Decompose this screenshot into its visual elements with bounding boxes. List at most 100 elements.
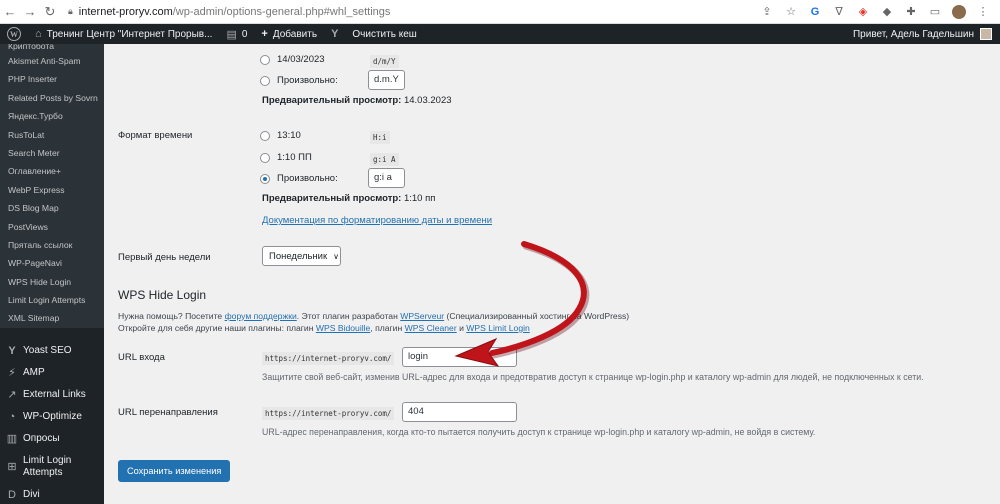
sidebar-subitem[interactable]: WebP Express	[0, 181, 104, 199]
sidebar-item-wp-optimize[interactable]: ◔ WP-Optimize	[0, 406, 104, 428]
site-name-menu[interactable]: ⌂ Тренинг Центр "Интернет Прорыв...	[28, 24, 219, 44]
radio-button[interactable]	[260, 152, 270, 163]
date-format-option-dmy[interactable]: 14/03/2023	[260, 54, 325, 65]
comments-menu[interactable]: ▤ 0	[219, 24, 254, 44]
week-start-select[interactable]: Понедельник ∨	[262, 246, 341, 266]
save-changes-button[interactable]: Сохранить изменения	[118, 460, 231, 482]
shield-icon[interactable]: ◈	[856, 5, 870, 19]
redirect-url-prefix: https://internet-proryv.com/	[262, 407, 395, 420]
redirect-url-description: URL-адрес перенаправления, когда кто-то …	[262, 427, 816, 437]
extension-icon[interactable]: ◆	[880, 5, 894, 19]
sidebar-subitem[interactable]: Akismet Anti-Spam	[0, 52, 104, 70]
puzzle-icon[interactable]: ✚	[904, 5, 918, 19]
sidebar-subitem[interactable]: DS Blog Map	[0, 199, 104, 217]
sidebar-subitem[interactable]: Search Meter	[0, 144, 104, 162]
home-icon: ⌂	[35, 28, 42, 40]
sidebar-subitem[interactable]: Яндекс.Турбо	[0, 107, 104, 125]
date-format-code: d/m/Y	[370, 55, 399, 68]
sidebar-item-limit-login[interactable]: ⊞ Limit Login Attempts	[0, 450, 104, 484]
sidebar-main-menu: Y Yoast SEO ⚡︎ AMP ↗ External Links ◔ WP-Opt…	[0, 327, 104, 504]
plus-icon: +	[261, 28, 268, 40]
clear-cache-label: Очистить кеш	[352, 28, 417, 40]
login-url-prefix: https://internet-proryv.com/	[262, 352, 395, 365]
time-format-code: H:i	[370, 131, 390, 144]
wp-logo-menu[interactable]: W	[0, 24, 28, 44]
sidebar-item-amp[interactable]: ⚡︎ AMP	[0, 362, 104, 384]
sidebar-subitem[interactable]: PostViews	[0, 218, 104, 236]
admin-sidebar: Криптобота Akismet Anti-Spam PHP Inserte…	[0, 44, 104, 504]
clear-cache-menu[interactable]: Очистить кеш	[345, 24, 423, 44]
comments-count: 0	[241, 28, 248, 40]
sidebar-item-yoast[interactable]: Y Yoast SEO	[0, 340, 104, 362]
login-url-label: URL входа	[118, 352, 165, 363]
time-format-option-12h[interactable]: 1:10 ПП	[260, 152, 312, 163]
support-forum-link[interactable]: форум поддержки	[225, 311, 297, 321]
radio-button[interactable]	[260, 75, 270, 86]
sidebar-subitem[interactable]: Limit Login Attempts	[0, 291, 104, 309]
sidebar-subitem[interactable]: PHP Inserter	[0, 70, 104, 88]
sidebar-item-polls[interactable]: ▥ Опросы	[0, 428, 104, 450]
wordpress-icon: W	[7, 27, 21, 41]
radio-button[interactable]	[260, 130, 270, 141]
sidebar-subitem[interactable]: XML Sitemap	[0, 309, 104, 327]
greeting: Привет, Адель Гадельшин	[852, 28, 974, 40]
date-format-option-custom[interactable]: Произвольно:	[260, 75, 338, 86]
wp-admin-bar: W ⌂ Тренинг Центр "Интернет Прорыв... ▤ 0 …	[0, 24, 1000, 44]
date-time-docs-link[interactable]: Документация по форматированию даты и вр…	[262, 215, 492, 226]
extension-v-icon[interactable]: ∇	[832, 5, 846, 19]
back-icon[interactable]: ←	[0, 4, 20, 19]
redirect-url-label: URL перенаправления	[118, 407, 218, 418]
menu-icon[interactable]: ⋮	[976, 5, 990, 19]
amp-icon: ⚡︎	[8, 367, 16, 380]
wpserveur-link[interactable]: WPServeur	[400, 311, 444, 321]
profile-avatar[interactable]	[952, 4, 966, 19]
sidebar-subitem[interactable]: Оглавление+	[0, 162, 104, 180]
sidebar-subitem-cut[interactable]: Криптобота	[0, 44, 104, 52]
wps-hide-login-title: WPS Hide Login	[118, 288, 207, 302]
date-format-custom-input[interactable]: d.m.Y	[368, 70, 405, 90]
wps-help-text: Нужна помощь? Посетите форум поддержки. …	[118, 311, 630, 333]
wps-bidouille-link[interactable]: WPS Bidouille	[316, 323, 370, 333]
extensions-bar: ⇪ ☆ G ∇ ◈ ◆ ✚ ▭ ⋮	[760, 4, 990, 19]
time-format-preview: Предварительный просмотр: 1:10 пп	[262, 193, 436, 204]
sidebar-icon[interactable]: ▭	[928, 5, 942, 19]
wps-limit-login-link[interactable]: WPS Limit Login	[466, 323, 530, 333]
sidebar-subitem[interactable]: RusToLat	[0, 126, 104, 144]
radio-button-checked[interactable]	[260, 173, 270, 184]
yoast-icon: Y	[8, 344, 16, 357]
time-format-option-custom[interactable]: Произвольно:	[260, 173, 338, 184]
login-url-input[interactable]: login	[402, 347, 517, 367]
site-name: Тренинг Центр "Интернет Прорыв...	[46, 28, 213, 40]
forward-icon[interactable]: →	[20, 4, 40, 19]
browser-toolbar: ← → ↻ 🔒︎ internet-proryv.com/wp-admin/op…	[0, 0, 1000, 24]
week-start-label: Первый день недели	[118, 252, 211, 263]
time-format-custom-input[interactable]: g:i a	[368, 168, 405, 188]
star-icon[interactable]: ☆	[784, 5, 798, 19]
url-path: /wp-admin/options-general.php#whl_settin…	[172, 5, 391, 18]
sidebar-item-external-links[interactable]: ↗ External Links	[0, 384, 104, 406]
sidebar-subitem-wps-hide-login[interactable]: WPS Hide Login	[0, 273, 104, 291]
time-format-label: Формат времени	[118, 130, 193, 141]
sidebar-subitem[interactable]: WP-PageNavi	[0, 254, 104, 272]
time-format-code: g:i A	[370, 153, 399, 166]
sidebar-subitem[interactable]: Пряталь ссылок	[0, 236, 104, 254]
sidebar-item-divi[interactable]: D Divi	[0, 484, 104, 504]
radio-button[interactable]	[260, 54, 270, 65]
lock-icon: 🔒︎	[68, 6, 73, 16]
share-icon[interactable]: ⇪	[760, 5, 774, 19]
settings-content: 14/03/2023 d/m/Y Произвольно: d.m.Y Пред…	[104, 44, 1000, 504]
limit-login-icon: ⊞	[7, 460, 17, 473]
time-format-option-24h[interactable]: 13:10	[260, 130, 301, 141]
polls-icon: ▥	[6, 433, 18, 446]
reload-icon[interactable]: ↻	[40, 4, 60, 20]
wps-cleaner-link[interactable]: WPS Cleaner	[405, 323, 457, 333]
sidebar-subitem[interactable]: Related Posts by Sovrn	[0, 89, 104, 107]
yoast-menu[interactable]: Y	[324, 24, 345, 44]
external-links-icon: ↗	[7, 389, 17, 402]
divi-icon: D	[8, 488, 16, 501]
my-account-menu[interactable]: Привет, Адель Гадельшин	[853, 28, 1000, 40]
redirect-url-input[interactable]: 404	[402, 402, 517, 422]
translate-icon[interactable]: G	[808, 5, 822, 19]
add-new-menu[interactable]: + Добавить	[254, 24, 324, 44]
address-bar[interactable]: 🔒︎ internet-proryv.com/wp-admin/options-…	[68, 6, 760, 18]
